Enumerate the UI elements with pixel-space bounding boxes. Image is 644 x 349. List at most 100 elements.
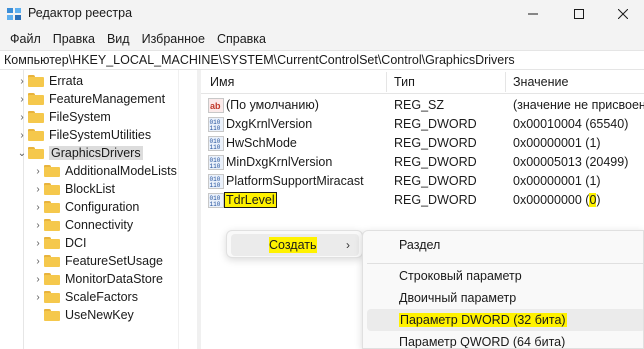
value-type: REG_SZ	[394, 98, 445, 112]
chevron-right-icon[interactable]: ›	[16, 126, 28, 144]
tree-item-featuresetusage[interactable]: › FeatureSetUsage	[32, 252, 163, 270]
folder-icon	[44, 309, 60, 321]
value-name: MinDxgKrnlVersion	[226, 155, 333, 169]
address-bar[interactable]: Компьютер\HKEY_LOCAL_MACHINE\SYSTEM\Curr…	[0, 50, 644, 70]
column-divider[interactable]	[505, 72, 506, 92]
value-type: REG_DWORD	[394, 136, 477, 150]
menu-item-create[interactable]: Создать ›	[231, 234, 359, 256]
window-title: Редактор реестра	[28, 6, 133, 20]
table-row[interactable]: ab (По умолчанию) REG_SZ (значение не пр…	[201, 96, 644, 115]
menu-bar: Файл Правка Вид Избранное Справка	[0, 28, 644, 50]
context-menu: Создать ›	[226, 230, 363, 258]
tree-item-connectivity[interactable]: › Connectivity	[32, 216, 133, 234]
tree-item-configuration[interactable]: › Configuration	[32, 198, 139, 216]
folder-icon	[44, 183, 60, 195]
folder-icon	[44, 273, 60, 285]
binary-value-icon: 010 110	[208, 174, 224, 189]
table-row[interactable]: 010 110 DxgKrnlVersion REG_DWORD 0x00010…	[201, 115, 644, 134]
tree-item-blocklist[interactable]: › BlockList	[32, 180, 115, 198]
chevron-right-icon[interactable]: ›	[32, 270, 44, 288]
chevron-right-icon[interactable]: ›	[32, 198, 44, 216]
menu-item-create-label: Создать	[269, 237, 317, 253]
chevron-right-icon[interactable]: ›	[32, 180, 44, 198]
menu-favorites[interactable]: Избранное	[136, 28, 211, 50]
svg-text:110: 110	[210, 201, 221, 208]
tree-item-errata[interactable]: › Errata	[16, 72, 83, 90]
submenu-item-string-value[interactable]: Строковый параметр	[367, 265, 643, 287]
folder-icon	[44, 291, 60, 303]
minimize-icon	[528, 13, 538, 15]
svg-text:110: 110	[210, 182, 221, 189]
column-header-name[interactable]: Имя	[210, 70, 234, 94]
chevron-right-icon[interactable]: ›	[32, 252, 44, 270]
svg-text:110: 110	[210, 163, 221, 170]
registry-editor-icon	[7, 8, 21, 20]
folder-icon	[44, 165, 60, 177]
tree-item-dci[interactable]: › DCI	[32, 234, 86, 252]
chevron-down-icon[interactable]: ⌄	[16, 144, 28, 162]
svg-text:ab: ab	[210, 101, 221, 111]
column-header-value[interactable]: Значение	[513, 70, 568, 94]
svg-text:110: 110	[210, 144, 221, 151]
value-name: HwSchMode	[226, 136, 297, 150]
menu-view[interactable]: Вид	[101, 28, 136, 50]
menu-help[interactable]: Справка	[211, 28, 272, 50]
binary-value-icon: 010 110	[208, 117, 224, 132]
tree-scrollbar[interactable]	[178, 70, 179, 349]
tree-item-graphicsdrivers[interactable]: ⌄ GraphicsDrivers	[16, 144, 143, 162]
chevron-right-icon: ›	[346, 238, 350, 252]
binary-value-icon: 010 110	[208, 193, 224, 208]
minimize-button[interactable]	[510, 0, 556, 28]
table-row[interactable]: 010 110 PlatformSupportMiracast REG_DWOR…	[201, 172, 644, 191]
chevron-right-icon[interactable]: ›	[32, 162, 44, 180]
folder-icon	[44, 219, 60, 231]
table-row[interactable]: 010 110 HwSchMode REG_DWORD 0x00000001 (…	[201, 134, 644, 153]
chevron-right-icon[interactable]: ›	[16, 108, 28, 126]
submenu-item-binary-value[interactable]: Двоичный параметр	[367, 287, 643, 309]
folder-icon	[44, 255, 60, 267]
tree-item-filesystem[interactable]: › FileSystem	[16, 108, 111, 126]
value-name: PlatformSupportMiracast	[226, 174, 364, 188]
value-name: (По умолчанию)	[226, 98, 319, 112]
tree-item-monitordatastore[interactable]: › MonitorDataStore	[32, 270, 163, 288]
binary-value-icon: 010 110	[208, 155, 224, 170]
value-data: 0x00000001 (1)	[513, 136, 601, 150]
value-data: 0x00005013 (20499)	[513, 155, 629, 169]
title-bar: Редактор реестра	[0, 0, 644, 28]
chevron-right-icon[interactable]	[32, 306, 44, 324]
menu-edit[interactable]: Правка	[47, 28, 101, 50]
chevron-right-icon[interactable]: ›	[16, 90, 28, 108]
table-row[interactable]: 010 110 MinDxgKrnlVersion REG_DWORD 0x00…	[201, 153, 644, 172]
svg-text:110: 110	[210, 125, 221, 132]
tree-item-usenewkey[interactable]: UseNewKey	[32, 306, 134, 324]
column-header-type[interactable]: Тип	[394, 70, 415, 94]
value-type: REG_DWORD	[394, 155, 477, 169]
tree-item-additionalmodelists[interactable]: › AdditionalModeLists	[32, 162, 177, 180]
key-tree[interactable]: › Errata › FeatureManagement › FileSyste…	[0, 70, 195, 349]
chevron-right-icon[interactable]: ›	[32, 216, 44, 234]
submenu-item-qword-value[interactable]: Параметр QWORD (64 бита)	[367, 331, 643, 348]
close-icon	[618, 9, 628, 19]
chevron-right-icon[interactable]: ›	[32, 288, 44, 306]
chevron-right-icon[interactable]: ›	[16, 72, 28, 90]
close-button[interactable]	[602, 0, 644, 28]
string-value-icon: ab	[208, 98, 224, 113]
folder-icon	[28, 93, 44, 105]
folder-icon	[28, 129, 44, 141]
column-divider[interactable]	[386, 72, 387, 92]
chevron-right-icon[interactable]: ›	[32, 234, 44, 252]
menu-separator	[367, 263, 643, 264]
value-type: REG_DWORD	[394, 193, 477, 207]
menu-file[interactable]: Файл	[4, 28, 47, 50]
submenu-item-dword-value[interactable]: Параметр DWORD (32 бита)	[367, 309, 643, 331]
create-submenu: Раздел Строковый параметр Двоичный парам…	[362, 230, 644, 349]
table-row[interactable]: 010 110 TdrLevel REG_DWORD 0x00000000 (0…	[201, 191, 644, 210]
value-name-edit-box[interactable]: TdrLevel	[224, 191, 277, 210]
tree-item-featuremanagement[interactable]: › FeatureManagement	[16, 90, 165, 108]
submenu-item-key[interactable]: Раздел	[367, 234, 643, 256]
tree-item-scalefactors[interactable]: › ScaleFactors	[32, 288, 138, 306]
tree-item-filesystemutilities[interactable]: › FileSystemUtilities	[16, 126, 151, 144]
maximize-button[interactable]	[556, 0, 602, 28]
value-data: 0x00010004 (65540)	[513, 117, 629, 131]
maximize-icon	[574, 9, 584, 19]
